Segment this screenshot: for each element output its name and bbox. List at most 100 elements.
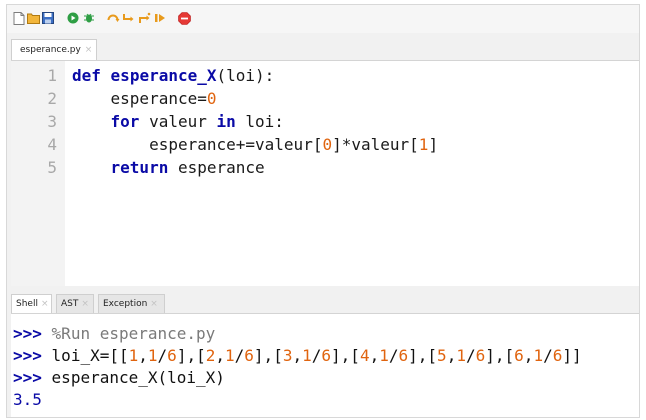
stop-icon[interactable]	[178, 12, 191, 25]
code-text: ,	[215, 346, 225, 365]
save-icon[interactable]	[42, 12, 55, 25]
debug-icon[interactable]	[83, 12, 96, 25]
code-text: ,	[369, 346, 380, 365]
shell-expression: 1,1/6],[2,1/6],[3,1/6],[4,1/6],[5,1/6],[…	[129, 346, 582, 365]
code-text: /	[311, 346, 322, 365]
toolbar	[7, 5, 639, 33]
editor-tab-bar: esperance.py ×	[7, 35, 639, 61]
code-line: return esperance	[72, 156, 265, 179]
line-number: 2	[47, 89, 57, 108]
number-literal: 6	[321, 346, 332, 365]
code-line: esperance+=valeur[0]*valeur[1]	[72, 133, 438, 156]
tab-close-icon[interactable]: ×	[41, 299, 49, 309]
code-text: ],[	[331, 346, 360, 365]
code-text: ]	[428, 135, 439, 154]
number-literal: 6	[167, 346, 177, 365]
line-number: 1	[47, 66, 57, 85]
step-into-icon[interactable]	[122, 12, 135, 25]
code-text: /	[234, 346, 245, 365]
keyword: return	[110, 158, 169, 177]
number-literal: 1	[456, 346, 466, 365]
line-number: 3	[47, 112, 57, 131]
tab-ast[interactable]: AST ×	[56, 294, 94, 313]
code-text: valeur	[139, 112, 217, 131]
code-text: /	[157, 346, 168, 365]
tab-label: esperance.py	[20, 45, 81, 55]
code-text: /	[388, 346, 399, 365]
step-over-icon[interactable]	[107, 12, 120, 25]
open-folder-icon[interactable]	[27, 12, 40, 25]
code-text: ]]	[562, 346, 582, 365]
code-text: esperance+=valeur[	[149, 135, 323, 154]
shell-prompt: >>>	[13, 368, 42, 387]
number-literal: 1	[533, 346, 544, 365]
code-text: ],[	[253, 346, 283, 365]
code-line: def esperance_X(loi):	[72, 64, 274, 87]
code-text: ],[	[485, 346, 515, 365]
shell-prompt: >>>	[13, 324, 42, 343]
tab-label: Shell	[16, 299, 38, 309]
shell-console[interactable]: >>> %Run esperance.py >>> loi_X=[[1,1/6]…	[11, 313, 639, 417]
code-text: esperance_X(loi_X)	[51, 368, 225, 387]
code-text: ,	[446, 346, 457, 365]
code-text: loi:	[235, 112, 284, 131]
shell-line: >>> %Run esperance.py	[13, 323, 215, 345]
number-literal: 6	[244, 346, 254, 365]
number-literal: 1	[128, 346, 139, 365]
code-text: ,	[292, 346, 303, 365]
tab-close-icon[interactable]: ×	[85, 45, 93, 55]
tab-exception[interactable]: Exception ×	[98, 294, 165, 313]
code-text: ,	[523, 346, 534, 365]
keyword: for	[110, 112, 140, 131]
function-name: esperance_X	[110, 66, 217, 85]
tab-label: Exception	[103, 299, 148, 309]
tab-close-icon[interactable]: ×	[81, 299, 89, 309]
code-line: esperance=0	[72, 87, 217, 110]
number-literal: 5	[437, 346, 447, 365]
code-text: esperance=	[110, 89, 207, 108]
resume-icon[interactable]	[154, 12, 167, 25]
code-text: ],[	[408, 346, 438, 365]
shell-line: >>> esperance_X(loi_X)	[13, 367, 225, 389]
code-text: /	[543, 346, 553, 365]
code-editor[interactable]: 1 2 3 4 5 def esperance_X(loi): esperanc…	[11, 60, 639, 286]
thonny-window: esperance.py × 1 2 3 4 5 def esperance_X(…	[6, 4, 640, 418]
number-literal: 6	[475, 346, 486, 365]
number-literal: 6	[398, 346, 409, 365]
number-literal: 1	[302, 346, 312, 365]
run-icon[interactable]	[67, 12, 80, 25]
line-number: 4	[47, 135, 57, 154]
new-file-icon[interactable]	[13, 12, 26, 25]
shell-line: >>> loi_X=[[1,1/6],[2,1/6],[3,1/6],[4,1/…	[13, 345, 582, 367]
magic-command: %Run esperance.py	[51, 324, 216, 343]
code-text: (loi):	[216, 66, 275, 85]
code-line: for valeur in loi:	[72, 110, 284, 133]
shell-output: 3.5	[13, 390, 42, 409]
number-literal: 1	[418, 135, 429, 154]
number-literal: 0	[206, 89, 217, 108]
code-text: esperance	[168, 158, 265, 177]
number-literal: 6	[514, 346, 524, 365]
step-out-icon[interactable]	[138, 12, 151, 25]
number-literal: 6	[552, 346, 563, 365]
tab-esperance-py[interactable]: esperance.py ×	[11, 39, 97, 60]
tab-shell[interactable]: Shell ×	[11, 294, 52, 313]
tab-label: AST	[61, 299, 79, 309]
line-number: 5	[47, 158, 57, 177]
number-literal: 1	[379, 346, 389, 365]
code-text: /	[465, 346, 476, 365]
keyword: in	[216, 112, 236, 131]
number-literal: 0	[322, 135, 333, 154]
keyword: def	[72, 66, 101, 85]
code-text: ]*valeur[	[332, 135, 419, 154]
tab-close-icon[interactable]: ×	[150, 299, 158, 309]
code-text: ],[	[176, 346, 206, 365]
shell-prompt: >>>	[13, 346, 42, 365]
code-text: loi_X=[[	[51, 346, 129, 365]
code-text: ,	[138, 346, 148, 365]
line-number-gutter: 1 2 3 4 5	[11, 61, 65, 286]
number-literal: 1	[147, 346, 158, 365]
bottom-tab-bar: Shell × AST × Exception ×	[7, 291, 639, 313]
number-literal: 1	[225, 346, 235, 365]
number-literal: 2	[205, 346, 216, 365]
